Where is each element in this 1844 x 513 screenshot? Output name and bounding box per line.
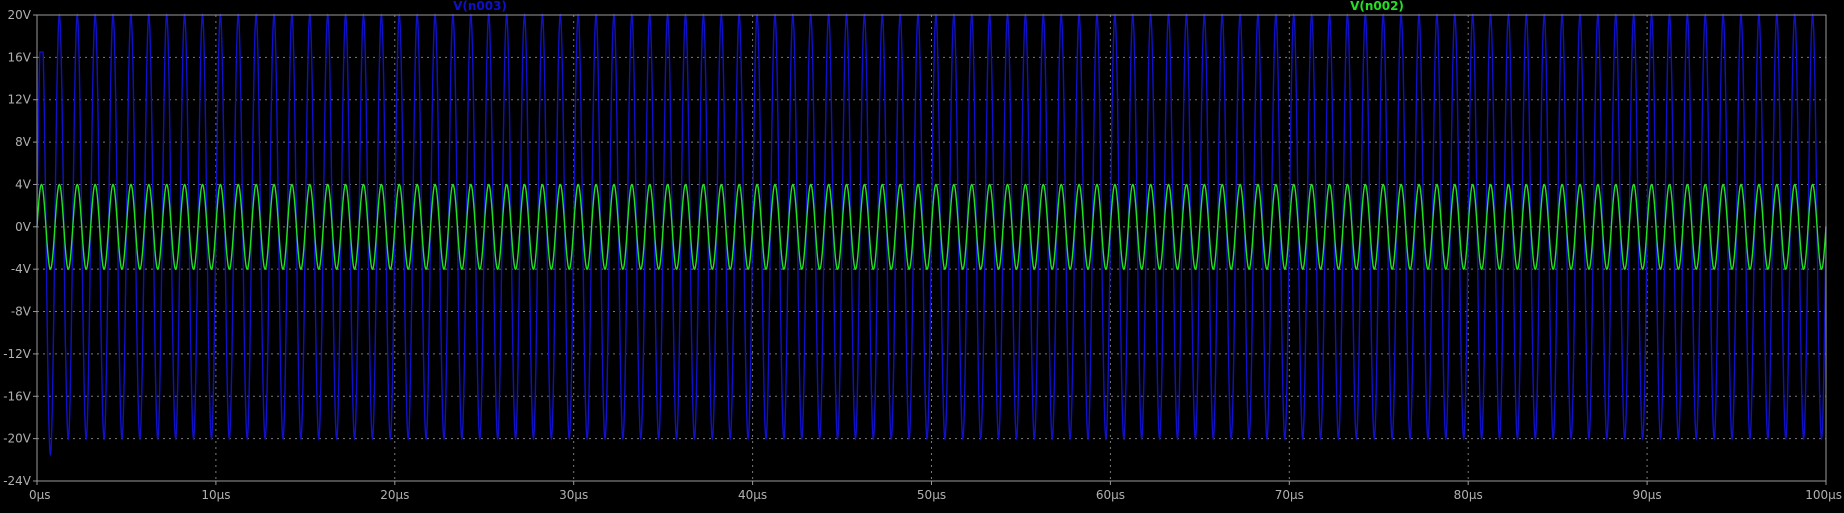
y-tick-label: -4V	[11, 262, 32, 276]
series-label: V(n003)	[453, 0, 507, 13]
y-tick-label: -16V	[3, 389, 32, 403]
x-tick-label: 80µs	[1454, 488, 1483, 502]
x-tick-label: 10µs	[201, 488, 230, 502]
x-tick-label: 0µs	[29, 488, 51, 502]
y-tick-label: -12V	[3, 347, 32, 361]
y-tick-label: -24V	[3, 474, 32, 488]
x-tick-label: 50µs	[917, 488, 946, 502]
x-tick-label: 30µs	[559, 488, 588, 502]
y-tick-label: 4V	[15, 177, 32, 191]
x-tick-label: 20µs	[380, 488, 409, 502]
y-tick-label: -8V	[11, 305, 32, 319]
y-tick-label: 0V	[15, 220, 32, 234]
x-tick-label: 60µs	[1096, 488, 1125, 502]
x-tick-label: 100µs	[1805, 488, 1842, 502]
series-label: V(n002)	[1350, 0, 1404, 13]
x-tick-label: 40µs	[738, 488, 767, 502]
y-tick-label: 16V	[8, 50, 32, 64]
y-tick-label: 8V	[15, 135, 32, 149]
y-tick-label: -20V	[3, 432, 32, 446]
waveform-plot-svg: 20V 16V 12V 8V 4V 0V -4V -8V -12V -16V -20V -24V0µs…	[3, 0, 1842, 502]
x-tick-label: 70µs	[1275, 488, 1304, 502]
x-tick-label: 90µs	[1633, 488, 1662, 502]
waveform-plot: 20V 16V 12V 8V 4V 0V -4V -8V -12V -16V -20V -24V 0µs…	[0, 0, 1844, 509]
y-tick-label: 12V	[8, 93, 32, 107]
y-tick-label: 20V	[8, 8, 32, 22]
